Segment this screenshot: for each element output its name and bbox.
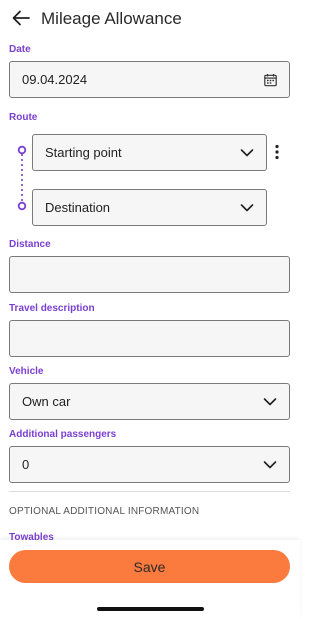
vehicle-value: Own car xyxy=(22,394,71,409)
more-vertical-icon[interactable] xyxy=(273,144,281,160)
top-bar: Mileage Allowance xyxy=(0,0,300,40)
date-field[interactable]: 09.04.2024 xyxy=(9,61,290,98)
arrow-left-icon[interactable] xyxy=(11,8,31,28)
additional-passengers-select[interactable]: 0 xyxy=(9,446,290,483)
distance-input[interactable] xyxy=(9,256,290,293)
destination-select[interactable]: Destination xyxy=(32,189,267,226)
starting-point-value: Starting point xyxy=(45,145,122,160)
vehicle-label: Vehicle xyxy=(9,366,44,377)
optional-section-heading: OPTIONAL ADDITIONAL INFORMATION xyxy=(9,506,200,517)
destination-value: Destination xyxy=(45,200,111,215)
vehicle-select[interactable]: Own car xyxy=(9,383,290,420)
home-indicator[interactable] xyxy=(97,607,204,611)
route-label: Route xyxy=(9,112,38,123)
starting-point-select[interactable]: Starting point xyxy=(32,134,267,171)
save-button[interactable]: Save xyxy=(9,550,290,583)
chevron-down-icon xyxy=(263,460,277,468)
travel-description-input[interactable] xyxy=(9,320,290,357)
additional-passengers-label: Additional passengers xyxy=(9,429,117,440)
chevron-down-icon xyxy=(263,397,277,405)
date-value: 09.04.2024 xyxy=(22,72,88,87)
additional-passengers-value: 0 xyxy=(22,457,30,472)
calendar-icon[interactable] xyxy=(264,73,277,86)
page-title: Mileage Allowance xyxy=(41,9,182,28)
route-connector-icon xyxy=(17,145,27,211)
travel-description-label: Travel description xyxy=(9,303,95,314)
date-label: Date xyxy=(9,44,31,55)
distance-label: Distance xyxy=(9,239,51,250)
chevron-down-icon xyxy=(240,203,254,211)
section-divider xyxy=(9,491,290,492)
chevron-down-icon xyxy=(240,148,254,156)
